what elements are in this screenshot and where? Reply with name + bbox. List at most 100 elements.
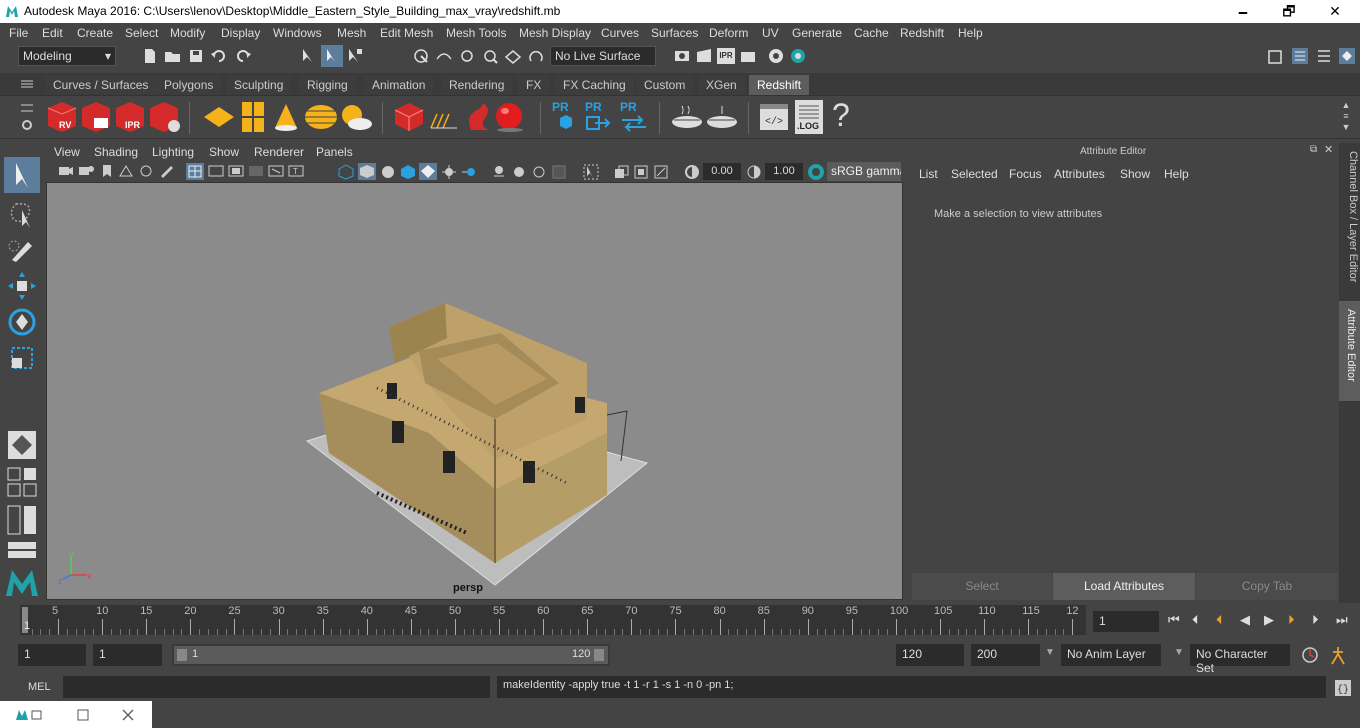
shelf-tab-fx[interactable]: FX xyxy=(518,75,550,95)
current-frame-input[interactable]: 1 xyxy=(1093,611,1159,632)
shelf-tab-rigging[interactable]: Rigging xyxy=(299,75,356,95)
character-set-dropdown[interactable]: No Character Set xyxy=(1190,644,1290,675)
rs-visibility-icon[interactable] xyxy=(705,102,739,132)
attribute-editor-toggle-icon[interactable] xyxy=(1290,46,1310,66)
select-button[interactable]: Select xyxy=(912,573,1052,600)
snap-surface-icon[interactable] xyxy=(504,47,522,65)
script-editor-icon[interactable]: {} xyxy=(1333,678,1353,698)
select-by-hierarchy-icon[interactable] xyxy=(300,47,318,65)
shelf-options-icon[interactable] xyxy=(20,102,34,114)
film-gate-icon[interactable] xyxy=(208,164,224,178)
viewport-menu-panels[interactable]: Panels xyxy=(316,145,353,159)
redshift-batch-render-icon[interactable] xyxy=(80,100,112,134)
tool-settings-icon[interactable] xyxy=(1314,46,1334,66)
camera-lock-icon[interactable] xyxy=(78,164,94,178)
make-live-icon[interactable] xyxy=(527,47,545,65)
bookmark-icon[interactable] xyxy=(100,164,114,178)
lasso-tool-icon[interactable] xyxy=(4,196,40,232)
anim-layer-dropdown[interactable]: No Anim Layer xyxy=(1061,644,1161,666)
shelf-tab-fx-caching[interactable]: FX Caching xyxy=(555,75,634,95)
resolution-gate-icon[interactable] xyxy=(228,164,244,178)
script-language-label[interactable]: MEL xyxy=(28,681,51,693)
shelf-tab-curves-surfaces[interactable]: Curves / Surfaces xyxy=(45,75,157,95)
step-back-icon[interactable]: ⏴ xyxy=(1192,612,1199,628)
shelf-tab-sculpting[interactable]: Sculpting xyxy=(226,75,292,95)
layout-four-pane-icon[interactable] xyxy=(6,466,38,498)
load-attributes-button[interactable]: Load Attributes xyxy=(1053,573,1195,600)
shelf-gear-icon[interactable] xyxy=(20,118,34,132)
menu-windows[interactable]: Windows xyxy=(273,26,322,40)
scale-tool-icon[interactable] xyxy=(4,340,40,376)
attr-menu-selected[interactable]: Selected xyxy=(951,167,998,181)
maximize-icon[interactable] xyxy=(76,708,90,722)
range-left-grip[interactable] xyxy=(177,649,187,661)
menu-redshift[interactable]: Redshift xyxy=(900,26,944,40)
menu-deform[interactable]: Deform xyxy=(709,26,748,40)
shelf-menu-icon[interactable] xyxy=(20,79,34,89)
snap-grid-icon[interactable] xyxy=(412,47,430,65)
menu-mesh[interactable]: Mesh xyxy=(337,26,366,40)
shelf-tab-custom[interactable]: Custom xyxy=(636,75,694,95)
mode-dropdown[interactable]: Modeling ▾ xyxy=(18,46,116,66)
menu-help[interactable]: Help xyxy=(958,26,983,40)
isolate-select-icon[interactable] xyxy=(583,164,599,180)
attr-menu-help[interactable]: Help xyxy=(1164,167,1189,181)
hypershade-icon[interactable] xyxy=(767,47,785,65)
viewport-menu-lighting[interactable]: Lighting xyxy=(152,145,194,159)
modeling-toolkit-icon[interactable] xyxy=(1266,46,1286,66)
rs-portal-light-icon[interactable] xyxy=(239,100,267,134)
redshift-ipr-icon[interactable]: IPR xyxy=(114,100,146,134)
maximize-button[interactable]: 🗗 xyxy=(1266,0,1312,23)
pr-sync-button[interactable]: PR xyxy=(620,100,648,134)
menu-edit[interactable]: Edit xyxy=(42,26,63,40)
attr-menu-list[interactable]: List xyxy=(919,167,938,181)
open-scene-icon[interactable] xyxy=(164,48,182,64)
render-frame-icon[interactable] xyxy=(695,47,713,65)
rs-sun-sky-icon[interactable] xyxy=(338,100,374,134)
menu-curves[interactable]: Curves xyxy=(601,26,639,40)
minimize-button[interactable]: 🗕 xyxy=(1220,0,1266,23)
multisample-icon[interactable] xyxy=(511,164,527,180)
grease-pencil-icon[interactable] xyxy=(159,164,175,178)
depth-of-field-icon[interactable] xyxy=(531,164,547,180)
menu-uv[interactable]: UV xyxy=(762,26,779,40)
attr-menu-show[interactable]: Show xyxy=(1120,167,1150,181)
menu-cache[interactable]: Cache xyxy=(854,26,889,40)
field-chart-icon[interactable] xyxy=(268,164,284,178)
redshift-render-settings-icon[interactable] xyxy=(148,100,182,134)
attr-menu-attributes[interactable]: Attributes xyxy=(1054,167,1105,181)
attr-menu-focus[interactable]: Focus xyxy=(1009,167,1042,181)
scroll-down-icon[interactable]: ▼ xyxy=(1342,122,1351,132)
scene-end-input[interactable]: 200 xyxy=(971,644,1040,666)
live-surface-field[interactable]: No Live Surface xyxy=(550,46,656,66)
rs-log-button[interactable]: .LOG xyxy=(795,100,823,134)
render-globe-icon[interactable] xyxy=(789,47,807,65)
minimized-window[interactable] xyxy=(0,701,152,728)
default-material-icon[interactable] xyxy=(380,164,396,180)
backface-culling-icon[interactable] xyxy=(653,164,669,180)
range-slider-handle[interactable] xyxy=(174,646,608,664)
layout-outliner-icon[interactable] xyxy=(6,504,38,536)
copy-tab-button[interactable]: Copy Tab xyxy=(1196,573,1338,600)
2d-pan-zoom-icon[interactable] xyxy=(138,164,154,178)
exposure-icon[interactable] xyxy=(684,164,700,180)
layout-timeline-icon[interactable] xyxy=(6,540,38,560)
xray-active-icon[interactable] xyxy=(633,164,649,180)
step-forward-icon[interactable]: ⏵ xyxy=(1312,612,1319,628)
ambient-occlusion-icon[interactable] xyxy=(461,164,477,180)
textured-icon[interactable] xyxy=(400,164,416,180)
safe-action-icon[interactable]: T xyxy=(288,164,304,178)
rs-volume-icon[interactable] xyxy=(463,100,495,134)
redo-icon[interactable] xyxy=(234,48,252,64)
go-to-end-icon[interactable]: ⏭ xyxy=(1336,612,1348,628)
menu-file[interactable]: File xyxy=(9,26,28,40)
menu-generate[interactable]: Generate xyxy=(792,26,842,40)
playback-end-input[interactable]: 120 xyxy=(896,644,964,666)
scene-start-input[interactable]: 1 xyxy=(18,644,86,666)
menu-modify[interactable]: Modify xyxy=(170,26,205,40)
chevron-down-icon[interactable]: ▼ xyxy=(1045,647,1055,658)
view-transform-dropdown[interactable]: sRGB gamma xyxy=(827,162,901,181)
gamma-icon[interactable] xyxy=(746,164,762,180)
render-view-icon[interactable] xyxy=(673,47,691,65)
rs-area-light-icon[interactable] xyxy=(202,102,236,132)
